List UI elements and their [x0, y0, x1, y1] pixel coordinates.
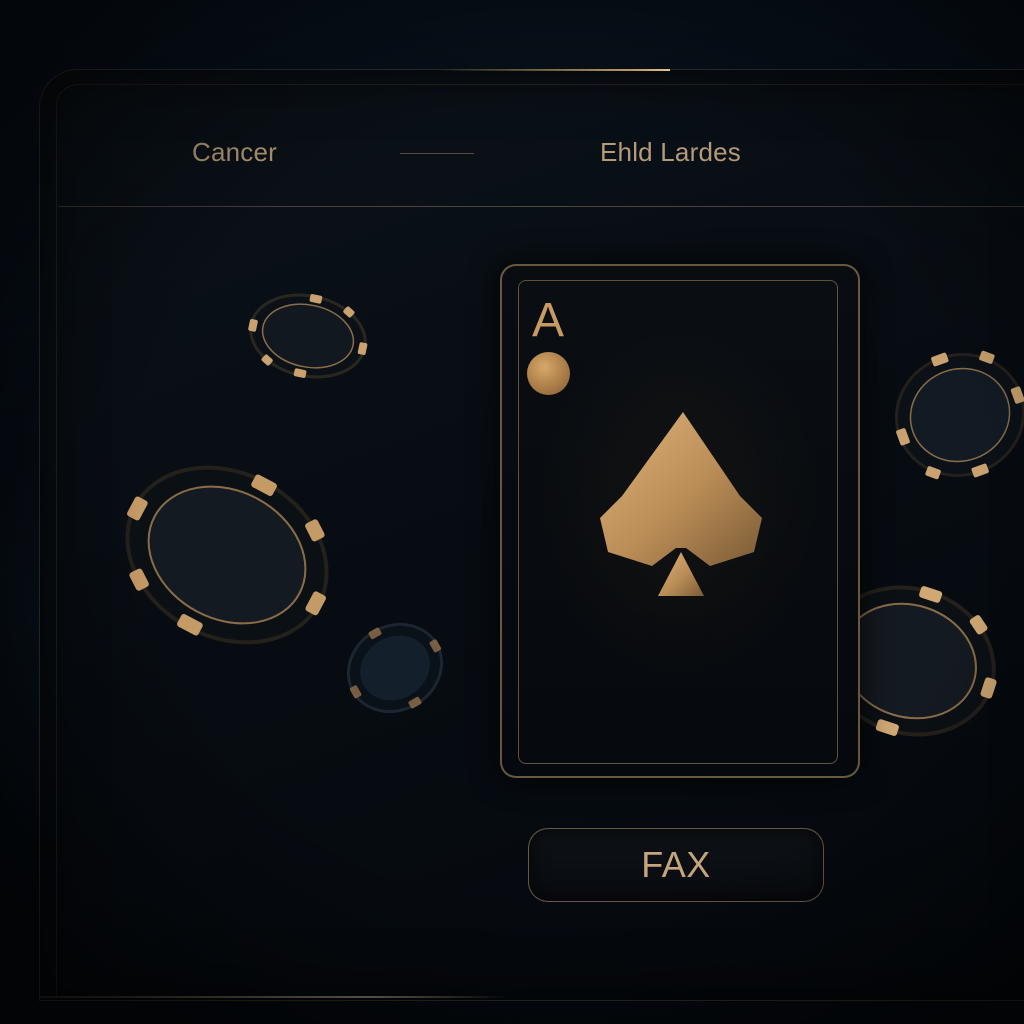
poker-chip-icon	[340, 610, 450, 726]
top-edge-glint	[440, 69, 670, 71]
tab-separator	[400, 153, 474, 154]
fax-button[interactable]: FAX	[528, 828, 824, 902]
spade-icon	[598, 410, 764, 600]
card-rank: A	[532, 294, 565, 347]
header-divider	[58, 206, 1024, 207]
circle-pip-icon	[527, 352, 570, 395]
poker-chip-icon	[112, 452, 342, 658]
poker-chip-icon	[888, 340, 1024, 490]
bottom-edge-glint	[40, 996, 510, 998]
poker-chip-icon	[244, 290, 372, 382]
game-screen: Cancer Ehld Lardes A FAX	[0, 0, 1024, 1024]
tab-ehld-lardes[interactable]: Ehld Lardes	[600, 136, 741, 168]
tab-cancel[interactable]: Cancer	[192, 136, 277, 168]
